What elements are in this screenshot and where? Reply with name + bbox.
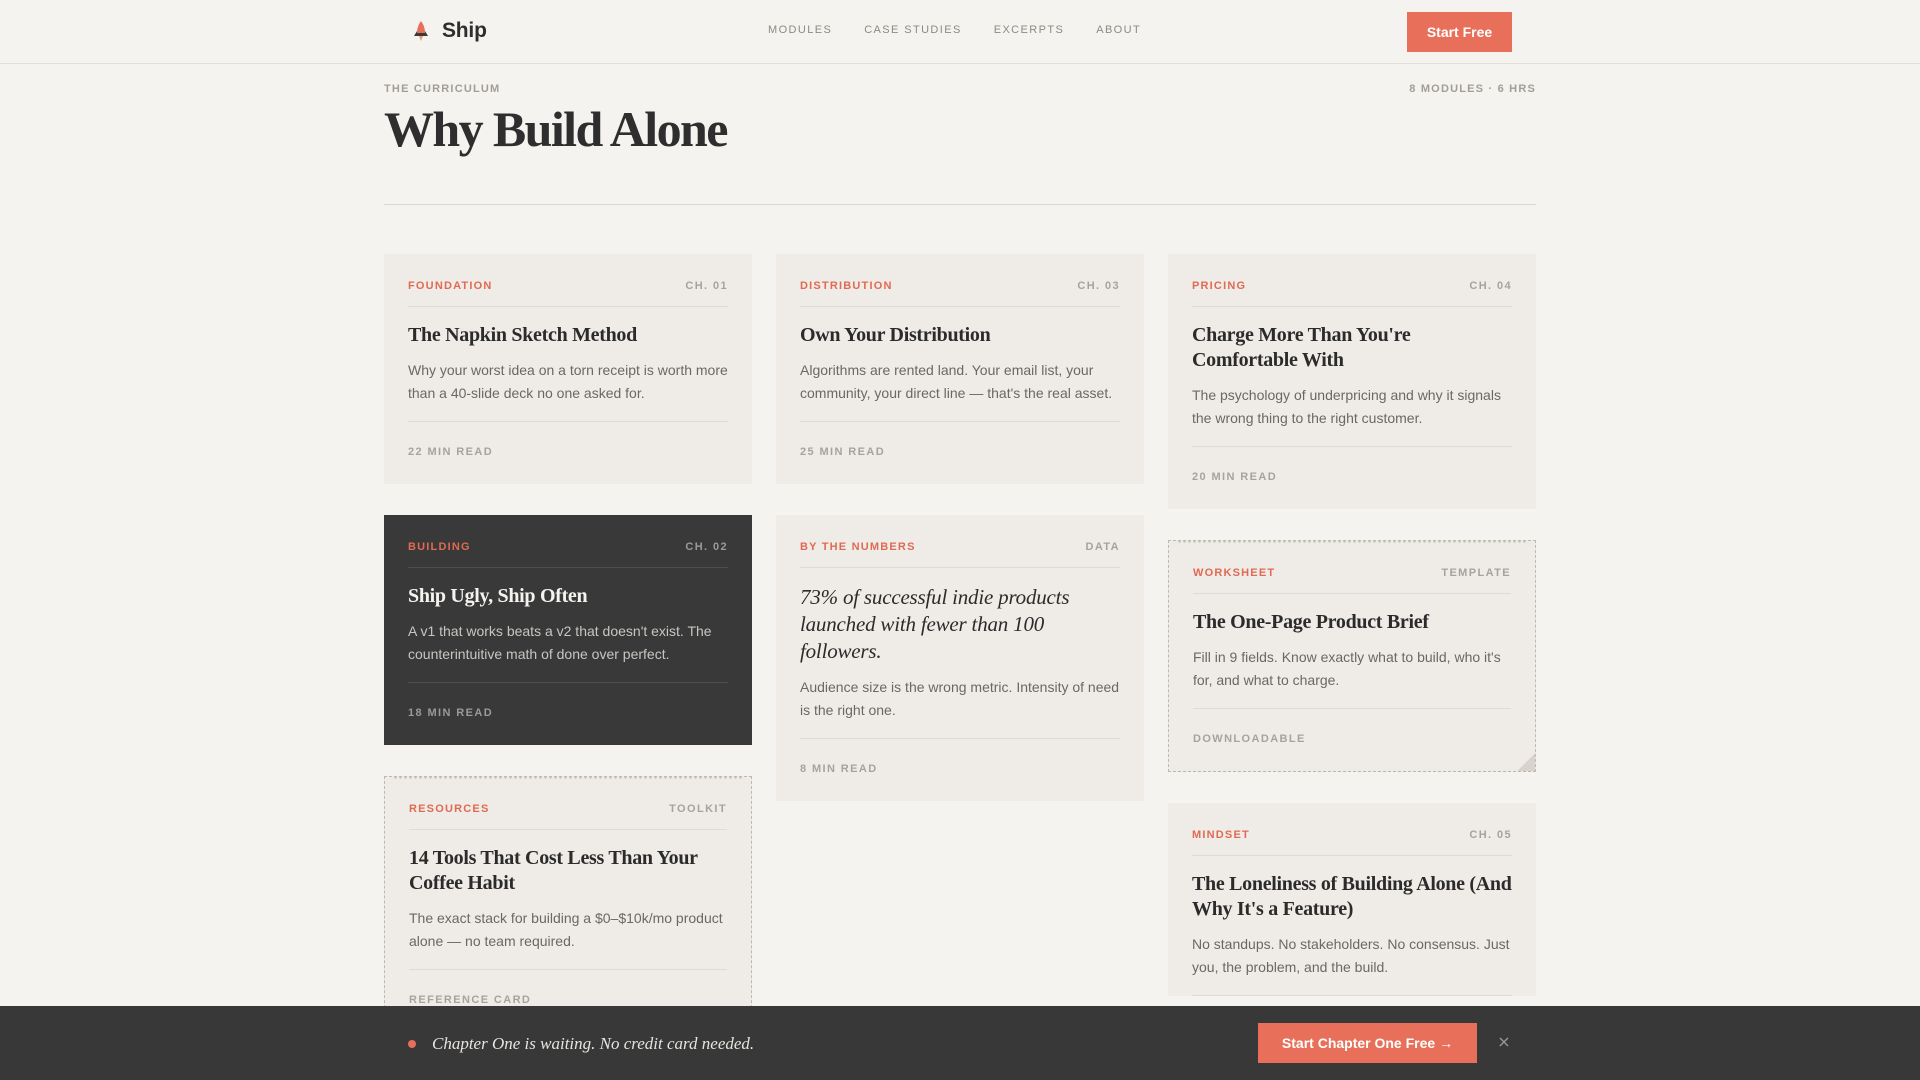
card-header: FOUNDATION CH. 01 [408, 254, 728, 307]
nav-links: MODULES CASE STUDIES EXCERPTS ABOUT [768, 24, 1141, 36]
card-header: DISTRIBUTION CH. 03 [800, 254, 1120, 307]
stat-card-numbers[interactable]: BY THE NUMBERS DATA 73% of successful in… [776, 515, 1144, 801]
module-card-pricing[interactable]: PRICING CH. 04 Charge More Than You're C… [1168, 254, 1536, 509]
nav-link-modules[interactable]: MODULES [768, 24, 832, 36]
card-read-time: 20 MIN READ [1192, 471, 1278, 483]
card-chapter: CH. 03 [1077, 280, 1120, 292]
brand-name: Ship [442, 19, 487, 42]
card-header: BY THE NUMBERS DATA [800, 515, 1120, 568]
card-read-time: 18 MIN READ [408, 707, 494, 719]
sticky-cta-bar: Chapter One is waiting. No credit card n… [0, 1006, 1920, 1080]
worksheet-card-brief[interactable]: WORKSHEET TEMPLATE The One-Page Product … [1168, 540, 1536, 772]
card-read-time: 22 MIN READ [408, 446, 494, 458]
page-title: Why Build Alone [384, 101, 728, 157]
card-footer-label: DOWNLOADABLE [1193, 733, 1306, 745]
cta-message: Chapter One is waiting. No credit card n… [432, 1034, 755, 1053]
card-chapter: DATA [1085, 541, 1120, 553]
resource-card-tools[interactable]: RESOURCES TOOLKIT 14 Tools That Cost Les… [384, 776, 752, 1033]
module-card-foundation[interactable]: FOUNDATION CH. 01 The Napkin Sketch Meth… [384, 254, 752, 484]
card-chapter: CH. 02 [685, 541, 728, 553]
nav-link-case-studies[interactable]: CASE STUDIES [864, 24, 962, 36]
card-header: BUILDING CH. 02 [408, 515, 728, 568]
card-title: Own Your Distribution [800, 324, 991, 346]
top-nav: Ship MODULES CASE STUDIES EXCERPTS ABOUT… [0, 0, 1920, 64]
card-title: 14 Tools That Cost Less Than Your Coffee… [409, 847, 698, 894]
divider [384, 204, 1536, 205]
status-dot-icon [408, 1040, 416, 1048]
card-description: Audience size is the wrong metric. Inten… [800, 676, 1120, 739]
card-header: PRICING CH. 04 [1192, 254, 1512, 307]
brand-logo-link[interactable]: Ship [412, 19, 487, 43]
card-read-time: 25 MIN READ [800, 446, 886, 458]
card-title: Ship Ugly, Ship Often [408, 585, 588, 607]
card-tag: BY THE NUMBERS [800, 541, 916, 553]
section-eyebrow: THE CURRICULUM [384, 83, 501, 95]
close-icon[interactable]: × [1494, 1032, 1514, 1052]
card-description: Fill in 9 fields. Know exactly what to b… [1193, 646, 1511, 709]
card-description: No standups. No stakeholders. No consens… [1192, 933, 1512, 996]
card-tag: FOUNDATION [408, 280, 493, 292]
card-description: The exact stack for building a $0–$10k/m… [409, 907, 727, 970]
card-tag: MINDSET [1192, 829, 1250, 841]
card-stat-quote: 73% of successful indie products launche… [800, 585, 1070, 663]
rocket-icon [414, 21, 428, 41]
card-header: RESOURCES TOOLKIT [409, 777, 727, 830]
nav-link-about[interactable]: ABOUT [1096, 24, 1141, 36]
card-header: MINDSET CH. 05 [1192, 803, 1512, 856]
card-chapter: CH. 01 [685, 280, 728, 292]
module-card-building[interactable]: BUILDING CH. 02 Ship Ugly, Ship Often A … [384, 515, 752, 745]
card-chapter: TEMPLATE [1441, 567, 1511, 579]
start-chapter-one-button[interactable]: Start Chapter One Free → [1258, 1023, 1477, 1063]
card-tag: BUILDING [408, 541, 471, 553]
card-title: The Napkin Sketch Method [408, 324, 637, 346]
module-card-distribution[interactable]: DISTRIBUTION CH. 03 Own Your Distributio… [776, 254, 1144, 484]
card-chapter: TOOLKIT [669, 803, 727, 815]
card-read-time: 8 MIN READ [800, 763, 878, 775]
card-description: Why your worst idea on a torn receipt is… [408, 359, 728, 422]
card-description: Algorithms are rented land. Your email l… [800, 359, 1120, 422]
card-tag: PRICING [1192, 280, 1247, 292]
curriculum-meta: 8 MODULES · 6 HRS [1409, 83, 1536, 95]
nav-link-excerpts[interactable]: EXCERPTS [994, 24, 1065, 36]
card-chapter: CH. 04 [1469, 280, 1512, 292]
card-tag: DISTRIBUTION [800, 280, 893, 292]
card-title: Charge More Than You're Comfortable With [1192, 324, 1411, 371]
card-tag: RESOURCES [409, 803, 490, 815]
card-header: WORKSHEET TEMPLATE [1193, 541, 1511, 594]
card-description: A v1 that works beats a v2 that doesn't … [408, 620, 728, 683]
card-description: The psychology of underpricing and why i… [1192, 384, 1512, 447]
card-title: The One-Page Product Brief [1193, 611, 1429, 633]
module-card-mindset[interactable]: MINDSET CH. 05 The Loneliness of Buildin… [1168, 803, 1536, 996]
card-tag: WORKSHEET [1193, 567, 1276, 579]
start-free-button[interactable]: Start Free [1407, 12, 1512, 52]
card-title: The Loneliness of Building Alone (And Wh… [1192, 873, 1512, 920]
card-chapter: CH. 05 [1469, 829, 1512, 841]
page-fold-icon [1517, 753, 1535, 771]
